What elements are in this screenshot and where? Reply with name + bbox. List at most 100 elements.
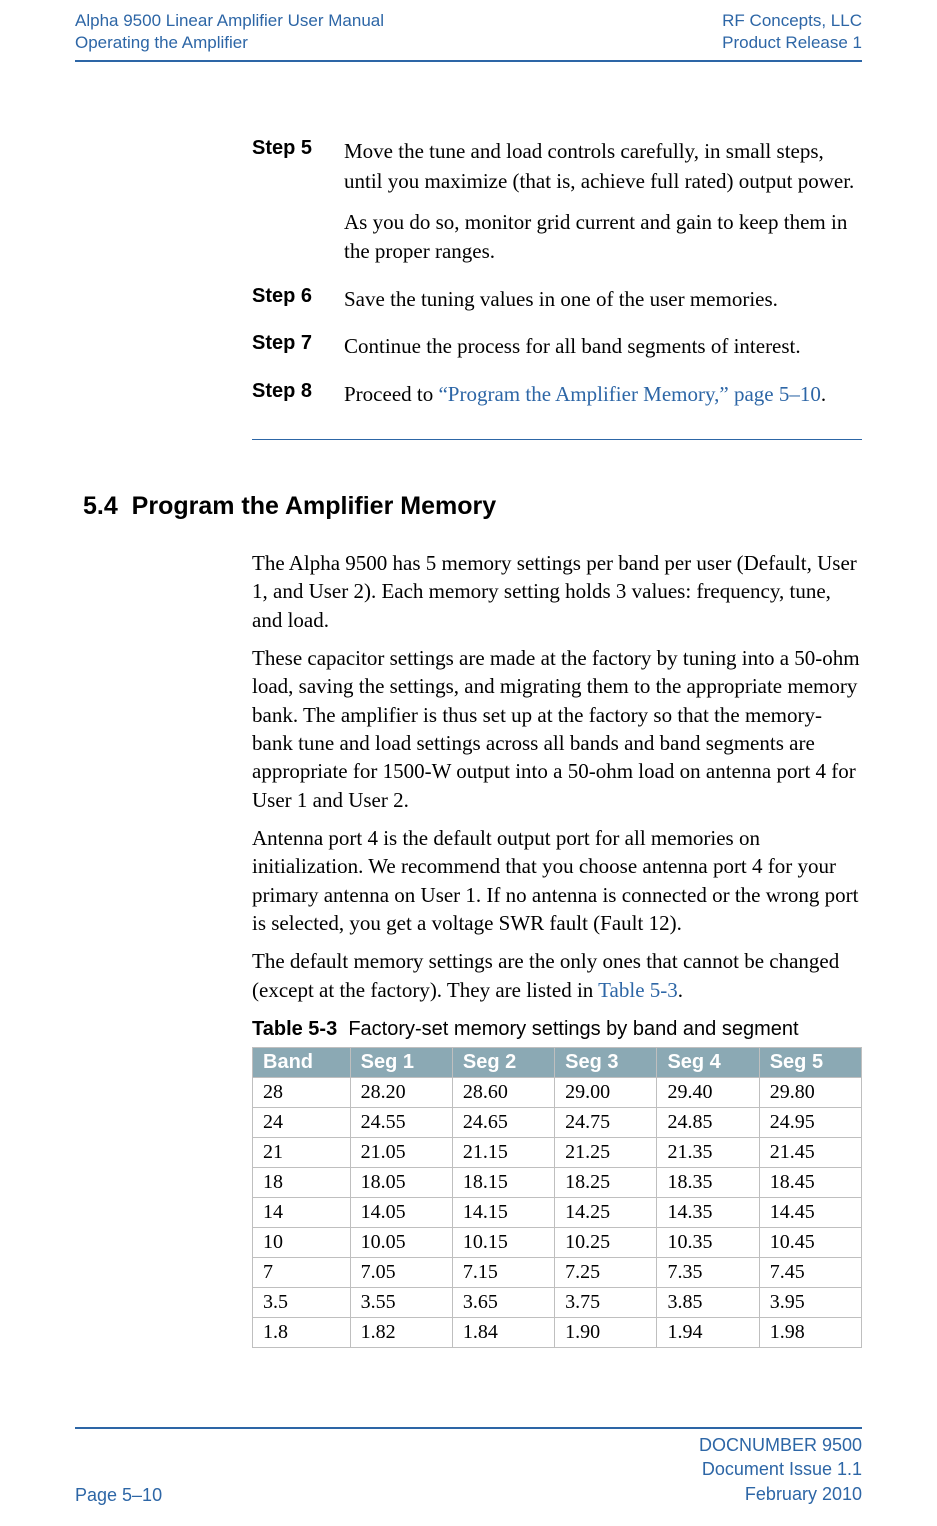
step-label: Step 6 [252, 285, 344, 326]
step-8-p1: Proceed to “Program the Amplifier Memory… [344, 380, 826, 409]
step-text: Move the tune and load controls carefull… [344, 137, 862, 279]
table-cell: 18.15 [452, 1168, 554, 1198]
table-cell: 14.25 [555, 1198, 657, 1228]
table-cell: 21.35 [657, 1138, 759, 1168]
section-title: Program the Amplifier Memory [132, 492, 496, 520]
step-8: Step 8 Proceed to “Program the Amplifier… [252, 380, 862, 421]
table-cell: 3.5 [253, 1288, 351, 1318]
table-row: 1.81.821.841.901.941.98 [253, 1318, 862, 1348]
step-5-p1: Move the tune and load controls carefull… [344, 137, 862, 196]
step-7-p1: Continue the process for all band segmen… [344, 332, 801, 361]
xref-program-memory[interactable]: “Program the Amplifier Memory,” page 5–1… [438, 382, 820, 406]
table-cell: 21.45 [759, 1138, 861, 1168]
table-cell: 10.25 [555, 1228, 657, 1258]
body-p4-before: The default memory settings are the only… [252, 949, 839, 1001]
footer-page: Page 5–10 [75, 1485, 162, 1506]
table-cell: 10.15 [452, 1228, 554, 1258]
table-cell: 10.45 [759, 1228, 861, 1258]
step-text: Continue the process for all band segmen… [344, 332, 801, 373]
table-row: 1010.0510.1510.2510.3510.45 [253, 1228, 862, 1258]
table-cell: 3.95 [759, 1288, 861, 1318]
step-8-before: Proceed to [344, 382, 438, 406]
step-5: Step 5 Move the tune and load controls c… [252, 137, 862, 279]
body-p4: The default memory settings are the only… [252, 947, 862, 1004]
doc-section: Operating the Amplifier [75, 32, 384, 54]
table-cell: 24.65 [452, 1108, 554, 1138]
table-row: 1818.0518.1518.2518.3518.45 [253, 1168, 862, 1198]
step-label: Step 8 [252, 380, 344, 421]
table-cell: 24.75 [555, 1108, 657, 1138]
table-cell: 21.25 [555, 1138, 657, 1168]
table-cell: 1.8 [253, 1318, 351, 1348]
col-seg-4: Seg 4 [657, 1048, 759, 1078]
table-cell: 18 [253, 1168, 351, 1198]
table-caption: Table 5-3 Factory-set memory settings by… [252, 1018, 862, 1041]
table-cell: 24 [253, 1108, 351, 1138]
table-cell: 3.75 [555, 1288, 657, 1318]
col-seg-2: Seg 2 [452, 1048, 554, 1078]
table-cell: 24.85 [657, 1108, 759, 1138]
table-cell: 1.82 [350, 1318, 452, 1348]
section-number: 5.4 [83, 492, 118, 520]
company-name: RF Concepts, LLC [722, 10, 862, 32]
table-cell: 14.45 [759, 1198, 861, 1228]
footer-right: DOCNUMBER 9500 Document Issue 1.1 Februa… [699, 1433, 862, 1506]
table-cell: 24.55 [350, 1108, 452, 1138]
table-row: 3.53.553.653.753.853.95 [253, 1288, 862, 1318]
section-heading: 5.4 Program the Amplifier Memory [83, 492, 862, 521]
table-cell: 7.05 [350, 1258, 452, 1288]
footer-issue: Document Issue 1.1 [699, 1457, 862, 1481]
table-cell: 3.85 [657, 1288, 759, 1318]
step-6: Step 6 Save the tuning values in one of … [252, 285, 862, 326]
page-header: Alpha 9500 Linear Amplifier User Manual … [75, 10, 862, 62]
table-cell: 18.35 [657, 1168, 759, 1198]
table-cell: 18.05 [350, 1168, 452, 1198]
steps-block: Step 5 Move the tune and load controls c… [75, 137, 862, 440]
col-band: Band [253, 1048, 351, 1078]
col-seg-3: Seg 3 [555, 1048, 657, 1078]
table-cell: 7.35 [657, 1258, 759, 1288]
table-cell: 21 [253, 1138, 351, 1168]
table-cell: 7.45 [759, 1258, 861, 1288]
step-5-p2: As you do so, monitor grid current and g… [344, 208, 862, 267]
table-row: 77.057.157.257.357.45 [253, 1258, 862, 1288]
table-cell: 29.40 [657, 1078, 759, 1108]
body-p1: The Alpha 9500 has 5 memory settings per… [252, 549, 862, 634]
table-cell: 10.05 [350, 1228, 452, 1258]
col-seg-1: Seg 1 [350, 1048, 452, 1078]
table-cell: 1.98 [759, 1318, 861, 1348]
table-cell: 14.05 [350, 1198, 452, 1228]
table-caption-label: Table 5-3 [252, 1018, 337, 1040]
body-p2: These capacitor settings are made at the… [252, 644, 862, 814]
table-row: 2121.0521.1521.2521.3521.45 [253, 1138, 862, 1168]
table-cell: 29.00 [555, 1078, 657, 1108]
step-label: Step 5 [252, 137, 344, 279]
section-body: The Alpha 9500 has 5 memory settings per… [75, 549, 862, 1348]
page-footer: Page 5–10 DOCNUMBER 9500 Document Issue … [75, 1427, 862, 1506]
product-release: Product Release 1 [722, 32, 862, 54]
table-cell: 10 [253, 1228, 351, 1258]
table-cell: 14.15 [452, 1198, 554, 1228]
table-cell: 29.80 [759, 1078, 861, 1108]
table-cell: 1.84 [452, 1318, 554, 1348]
table-cell: 7.25 [555, 1258, 657, 1288]
table-cell: 7 [253, 1258, 351, 1288]
rule [252, 439, 862, 440]
body-p3: Antenna port 4 is the default output por… [252, 824, 862, 937]
table-cell: 28.20 [350, 1078, 452, 1108]
memory-table: Band Seg 1 Seg 2 Seg 3 Seg 4 Seg 5 2828.… [252, 1047, 862, 1348]
header-right: RF Concepts, LLC Product Release 1 [722, 10, 862, 54]
footer-date: February 2010 [699, 1482, 862, 1506]
table-cell: 28.60 [452, 1078, 554, 1108]
table-header-row: Band Seg 1 Seg 2 Seg 3 Seg 4 Seg 5 [253, 1048, 862, 1078]
step-6-p1: Save the tuning values in one of the use… [344, 285, 778, 314]
step-text: Save the tuning values in one of the use… [344, 285, 778, 326]
step-8-after: . [821, 382, 826, 406]
header-left: Alpha 9500 Linear Amplifier User Manual … [75, 10, 384, 54]
table-row: 1414.0514.1514.2514.3514.45 [253, 1198, 862, 1228]
table-cell: 1.90 [555, 1318, 657, 1348]
table-cell: 3.65 [452, 1288, 554, 1318]
body-p4-after: . [678, 978, 683, 1002]
xref-table-5-3[interactable]: Table 5-3 [598, 978, 678, 1002]
table-cell: 18.25 [555, 1168, 657, 1198]
